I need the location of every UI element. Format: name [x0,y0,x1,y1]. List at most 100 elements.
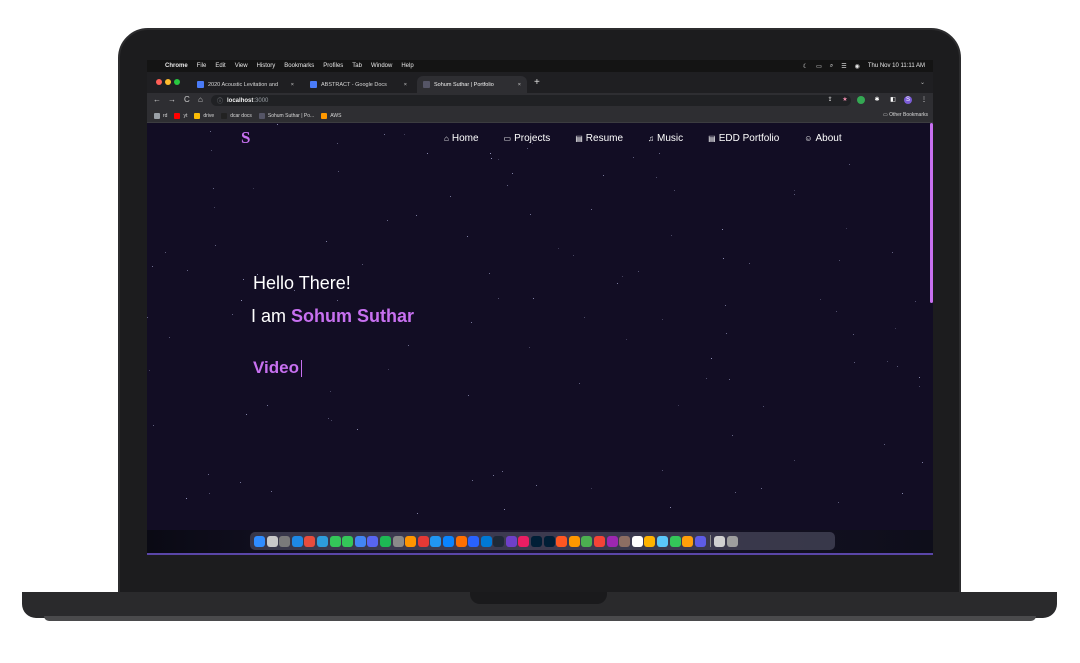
dock-app-icon[interactable] [442,535,454,547]
dock-app-icon[interactable] [505,535,517,547]
menu-profiles[interactable]: Profiles [323,63,343,69]
dock-app-icon[interactable] [594,535,606,547]
profile-avatar[interactable]: S [904,96,912,104]
new-tab-button[interactable]: + [534,77,540,88]
share-icon[interactable]: ⇪ [826,96,834,104]
tab-search-icon[interactable]: ⌄ [920,79,925,86]
dock-app-icon[interactable] [354,535,366,547]
dock-app-icon[interactable] [342,535,354,547]
bookmark-portfolio[interactable]: Sohum Suthar | Po... [258,112,314,119]
minimize-window-icon[interactable] [165,79,171,85]
dock-app-icon[interactable] [266,535,278,547]
dock-app-icon[interactable] [657,535,668,547]
back-button[interactable]: ← [153,95,161,104]
search-icon[interactable]: ⌕ [830,63,833,70]
dock-app-icon[interactable] [392,535,404,547]
dock-app-icon[interactable] [543,535,555,547]
dock-app-icon[interactable] [405,535,417,547]
site-logo[interactable]: S [241,128,250,148]
dock-app-icon[interactable] [367,535,379,547]
menu-view[interactable]: View [235,63,248,69]
siri-icon[interactable]: ◉ [855,63,860,70]
dock-app-icon[interactable] [694,535,706,547]
dock-app-icon[interactable] [556,535,568,547]
dock-app-icon[interactable] [279,535,291,547]
dock-app-icon[interactable] [316,535,328,547]
tab-portfolio[interactable]: Sohum Suthar | Portfolio × [417,76,527,93]
dock-app-icon[interactable] [430,535,442,547]
background-star [491,158,492,159]
bookmark-aws[interactable]: AWS [321,112,341,119]
background-star [659,153,660,154]
close-window-icon[interactable] [156,79,162,85]
dock-app-icon[interactable] [329,535,341,547]
bookmark-yt[interactable]: yt [174,112,187,119]
dock-app-icon[interactable] [568,535,580,547]
dock-app-icon[interactable] [606,535,618,547]
dock-app-icon[interactable] [493,535,505,547]
dock-app-icon[interactable] [480,535,492,547]
nav-edd-portfolio[interactable]: ▤ EDD Portfolio [708,133,779,144]
dock-trash-icon[interactable] [714,535,726,547]
nav-label: Resume [585,133,624,144]
dock-app-icon[interactable] [631,535,643,547]
home-button[interactable]: ⌂ [198,95,203,104]
dock-app-icon[interactable] [254,535,265,547]
nav-resume[interactable]: ▤ Resume [575,133,623,144]
bookmark-drive[interactable]: drive [194,112,214,119]
menu-icon[interactable]: ⋮ [920,96,928,104]
dock-app-icon[interactable] [581,535,593,547]
laptop-base-notch [470,592,607,604]
page-scrollbar[interactable] [930,123,933,303]
menu-tab[interactable]: Tab [352,63,362,69]
dock-app-icon[interactable] [468,535,480,547]
menu-edit[interactable]: Edit [215,63,225,69]
bookmark-dcar-docs[interactable]: dcar docs [221,112,252,119]
nav-about[interactable]: ☺ About [804,133,841,144]
menu-history[interactable]: History [257,63,276,69]
dock-app-icon[interactable] [455,535,467,547]
dock-app-icon[interactable] [304,535,316,547]
bookmark-rd[interactable]: rd [154,112,167,119]
dock-app-icon[interactable] [379,535,391,547]
dock-app-icon[interactable] [291,535,303,547]
close-icon[interactable]: × [285,82,294,88]
dock-app-icon[interactable] [669,535,681,547]
nav-music[interactable]: ♫ Music [648,133,683,144]
address-bar[interactable]: ⓘ localhost :3000 [211,95,851,106]
menu-window[interactable]: Window [371,63,392,69]
background-star [165,252,166,253]
menu-bookmarks[interactable]: Bookmarks [284,63,314,69]
reload-button[interactable]: C [184,95,190,104]
menu-file[interactable]: File [197,63,207,69]
close-icon[interactable]: × [398,82,407,88]
forward-button[interactable]: → [168,95,176,104]
maximize-window-icon[interactable] [174,79,180,85]
close-icon[interactable]: × [512,82,521,88]
dock-app-icon[interactable] [682,535,694,547]
other-bookmarks[interactable]: ▭ Other Bookmarks [883,112,928,118]
tab-acoustic-levitation[interactable]: 2020 Acoustic Levitation and × [191,76,300,93]
tab-abstract-docs[interactable]: ABSTRACT - Google Docs × [304,76,413,93]
star-icon[interactable]: ★ [841,96,849,104]
battery-icon[interactable]: ▭ [816,63,822,70]
background-star [208,474,209,475]
menu-help[interactable]: Help [401,63,413,69]
puzzle-icon[interactable]: ✱ [873,96,881,104]
dock-app-icon[interactable] [619,535,631,547]
extension-green-icon[interactable] [857,96,865,104]
menu-clock[interactable]: Thu Nov 10 11:11 AM [868,63,925,69]
site-info-icon[interactable]: ⓘ [217,96,223,105]
sidepanel-icon[interactable]: ◧ [889,96,897,104]
moon-icon[interactable]: ☾ [803,63,808,70]
nav-home[interactable]: ⌂ Home [444,133,479,144]
menu-chrome[interactable]: Chrome [165,63,188,69]
nav-projects[interactable]: ▭ Projects [504,133,551,144]
dock-app-icon[interactable] [644,535,656,547]
dock-app-icon[interactable] [518,535,530,547]
dock-app-icon[interactable] [417,535,429,547]
background-star [706,378,707,379]
dock-app-icon[interactable] [531,535,543,547]
control-center-icon[interactable]: ☰ [841,63,846,70]
dock-trash-icon[interactable] [726,535,738,547]
